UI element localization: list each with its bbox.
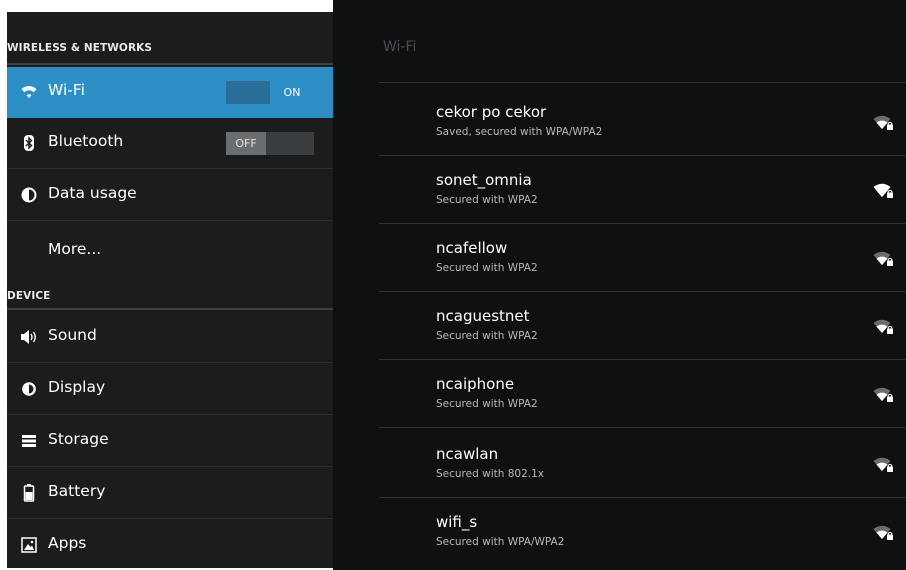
network-name: sonet_omnia xyxy=(436,171,532,189)
bluetooth-icon xyxy=(19,133,39,153)
toggle-off-label: OFF xyxy=(226,132,266,155)
title-divider xyxy=(379,82,906,83)
network-name: cekor po cekor xyxy=(436,103,547,121)
sidebar-item-label: More... xyxy=(48,240,102,258)
sidebar-item-battery[interactable]: Battery xyxy=(7,468,333,519)
sidebar-item-label: Wi-Fi xyxy=(48,81,85,99)
network-security-status: Saved, secured with WPA/WPA2 xyxy=(436,126,603,138)
sidebar-item-label: Apps xyxy=(48,534,87,552)
display-icon xyxy=(19,379,39,399)
network-name: wifi_s xyxy=(436,513,478,531)
storage-icon xyxy=(19,431,39,451)
wifi-toggle[interactable]: ON xyxy=(226,81,314,104)
battery-icon xyxy=(19,483,39,503)
sidebar-item-label: Bluetooth xyxy=(48,132,124,150)
page-title: Wi-Fi xyxy=(383,39,417,55)
wifi-signal-lock-icon xyxy=(873,386,895,404)
wifi-icon xyxy=(19,82,39,102)
network-item[interactable]: wifi_s Secured with WPA/WPA2 xyxy=(379,498,906,566)
apps-icon xyxy=(19,535,39,555)
network-name: ncaiphone xyxy=(436,375,515,393)
sidebar-item-label: Display xyxy=(48,378,106,396)
wifi-signal-lock-icon xyxy=(873,114,895,132)
network-security-status: Secured with WPA/WPA2 xyxy=(436,536,565,548)
wifi-signal-lock-icon xyxy=(873,524,895,542)
network-name: ncawlan xyxy=(436,445,499,463)
sidebar-item-label: Data usage xyxy=(48,184,137,202)
sidebar-item-apps[interactable]: Apps xyxy=(7,520,333,568)
sidebar-item-label: Storage xyxy=(48,430,109,448)
network-item[interactable]: ncawlan Secured with 802.1x xyxy=(379,430,906,498)
sidebar-item-data-usage[interactable]: Data usage xyxy=(7,170,333,221)
sidebar-item-display[interactable]: Display xyxy=(7,364,333,415)
wifi-panel: Wi-Fi cekor po cekor Saved, secured with … xyxy=(333,0,906,570)
wifi-signal-lock-icon xyxy=(873,182,895,200)
toggle-on-label: ON xyxy=(270,81,314,104)
network-security-status: Secured with 802.1x xyxy=(436,468,544,480)
network-item[interactable]: cekor po cekor Saved, secured with WPA/WP… xyxy=(379,88,906,156)
sidebar-item-storage[interactable]: Storage xyxy=(7,416,333,467)
tablet-screen: WIRELESS & NETWORKS Wi-Fi ON Bluetooth O… xyxy=(0,0,906,570)
wifi-signal-lock-icon xyxy=(873,456,895,474)
sidebar-item-sound[interactable]: Sound xyxy=(7,312,333,363)
sidebar-item-label: Battery xyxy=(48,482,106,500)
sound-icon xyxy=(19,327,39,347)
wifi-signal-lock-icon xyxy=(873,318,895,336)
network-item[interactable]: ncaguestnet Secured with WPA2 xyxy=(379,292,906,360)
bluetooth-toggle[interactable]: OFF xyxy=(226,132,314,155)
section-divider xyxy=(7,308,333,310)
wifi-signal-lock-icon xyxy=(873,250,895,268)
network-security-status: Secured with WPA2 xyxy=(436,194,538,206)
settings-sidebar: WIRELESS & NETWORKS Wi-Fi ON Bluetooth O… xyxy=(7,12,333,568)
network-item[interactable]: ncaiphone Secured with WPA2 xyxy=(379,360,906,428)
sidebar-item-more[interactable]: More... xyxy=(7,222,333,273)
network-security-status: Secured with WPA2 xyxy=(436,262,538,274)
network-item[interactable]: sonet_omnia Secured with WPA2 xyxy=(379,156,906,224)
sidebar-item-wifi[interactable]: Wi-Fi ON xyxy=(7,67,333,118)
network-security-status: Secured with WPA2 xyxy=(436,330,538,342)
network-name: ncaguestnet xyxy=(436,307,530,325)
network-name: ncafellow xyxy=(436,239,508,257)
sidebar-item-bluetooth[interactable]: Bluetooth OFF xyxy=(7,118,333,169)
data-usage-icon xyxy=(19,185,39,205)
sidebar-item-label: Sound xyxy=(48,326,97,344)
section-divider xyxy=(7,63,333,65)
network-security-status: Secured with WPA2 xyxy=(436,398,538,410)
network-item[interactable]: ncafellow Secured with WPA2 xyxy=(379,224,906,292)
